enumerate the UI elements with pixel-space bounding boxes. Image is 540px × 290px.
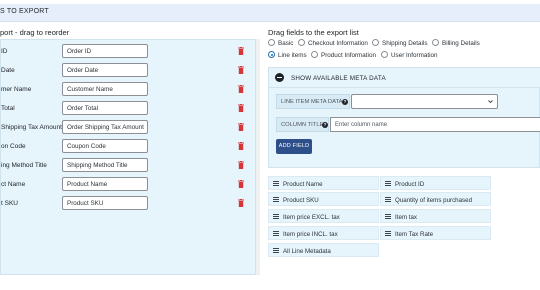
trash-icon[interactable]	[238, 104, 244, 112]
column-name-input[interactable]: Order Date	[62, 63, 148, 77]
column-name-input[interactable]: Order ID	[62, 44, 148, 58]
export-row-label: ct Name	[1, 181, 26, 188]
drag-handle-icon[interactable]	[273, 231, 279, 236]
field-chip[interactable]: Product SKU	[268, 192, 379, 206]
field-chip[interactable]: Item tax	[380, 209, 491, 223]
meta-data-select[interactable]	[351, 94, 498, 109]
column-name-input[interactable]: Customer Name	[62, 82, 148, 96]
drag-handle-icon[interactable]	[385, 214, 391, 219]
export-row-label: Date	[1, 67, 15, 74]
export-row[interactable]: ing Method Title Shipping Method Title	[1, 157, 253, 174]
chevron-down-icon	[488, 100, 493, 104]
radio-icon	[311, 51, 318, 58]
section-header: S TO EXPORT	[0, 4, 540, 22]
field-chip[interactable]: Item price EXCL. tax	[268, 209, 379, 223]
drag-fields-title: Drag fields to the export list	[268, 28, 359, 37]
trash-icon[interactable]	[238, 47, 244, 55]
column-name-input[interactable]: Product Name	[62, 177, 148, 191]
drag-handle-icon[interactable]	[273, 214, 279, 219]
column-name-input[interactable]: Order Total	[62, 101, 148, 115]
trash-icon[interactable]	[238, 161, 244, 169]
trash-icon[interactable]	[238, 123, 244, 131]
drag-handle-icon[interactable]	[273, 197, 279, 202]
trash-icon[interactable]	[238, 142, 244, 150]
field-chip[interactable]: Quantity of items purchased	[380, 192, 491, 206]
scrollbar[interactable]	[256, 39, 260, 275]
column-name-input[interactable]: Product SKU	[62, 196, 148, 210]
export-row-label: Total	[1, 105, 15, 112]
export-row-label: ing Method Title	[1, 162, 47, 169]
export-row-label: Shipping Tax Amount	[1, 124, 62, 131]
radio-shipping-details[interactable]: Shipping Details	[372, 39, 428, 49]
radio-icon	[432, 39, 439, 46]
radio-icon	[298, 39, 305, 46]
drag-handle-icon[interactable]	[385, 181, 391, 186]
export-row[interactable]: on Code Coupon Code	[1, 138, 253, 155]
export-row-label: on Code	[1, 143, 26, 150]
radio-line-items[interactable]: Line items	[268, 51, 307, 61]
trash-icon[interactable]	[238, 180, 244, 188]
trash-icon[interactable]	[238, 85, 244, 93]
column-title-input[interactable]: Enter column name	[330, 117, 540, 132]
column-title-label: COLUMN TITLE ?	[276, 117, 329, 132]
add-field-button[interactable]: ADD FIELD	[276, 139, 312, 154]
radio-user-information[interactable]: User Information	[381, 51, 438, 61]
export-row[interactable]: ct Name Product Name	[1, 176, 253, 193]
export-list-title: port - drag to reorder	[0, 28, 70, 37]
export-row[interactable]: Shipping Tax Amount Order Shipping Tax A…	[1, 119, 253, 136]
export-row[interactable]: ID Order ID	[1, 43, 253, 60]
drag-handle-icon[interactable]	[273, 248, 279, 253]
radio-icon	[268, 39, 275, 46]
trash-icon[interactable]	[238, 199, 244, 207]
meta-data-toggle[interactable]: SHOW AVAILABLE META DATA	[269, 68, 540, 88]
help-icon[interactable]: ?	[322, 122, 328, 128]
column-name-input[interactable]: Order Shipping Tax Amount	[62, 120, 148, 134]
radio-billing-details[interactable]: Billing Details	[432, 39, 480, 49]
field-chip[interactable]: Item price INCL. tax	[268, 226, 379, 240]
export-row-label: t SKU	[1, 200, 18, 207]
line-item-meta-label: LINE ITEM META DATA ?	[276, 94, 350, 109]
drag-handle-icon[interactable]	[385, 231, 391, 236]
export-row[interactable]: mer Name Customer Name	[1, 81, 253, 98]
export-row-label: mer Name	[1, 86, 32, 93]
radio-checked-icon	[268, 51, 275, 58]
export-row[interactable]: Date Order Date	[1, 62, 253, 79]
export-row[interactable]: Total Order Total	[1, 100, 253, 117]
meta-data-toggle-label: SHOW AVAILABLE META DATA	[291, 75, 386, 82]
field-chip[interactable]: Product ID	[380, 176, 491, 190]
trash-icon[interactable]	[238, 66, 244, 74]
field-chip[interactable]: All Line Metadata	[268, 243, 379, 257]
section-header-title: S TO EXPORT	[0, 8, 49, 15]
drag-handle-icon[interactable]	[273, 181, 279, 186]
collapse-minus-icon[interactable]	[275, 73, 284, 82]
help-icon[interactable]: ?	[342, 99, 348, 105]
export-row-label: ID	[1, 48, 8, 55]
export-row[interactable]: t SKU Product SKU	[1, 195, 253, 212]
radio-icon	[372, 39, 379, 46]
meta-data-panel: SHOW AVAILABLE META DATA LINE ITEM META …	[268, 67, 540, 168]
field-chip[interactable]: Product Name	[268, 176, 379, 190]
export-field-list: ID Order ID Date Order Date mer Name Cus…	[0, 39, 256, 275]
radio-product-information[interactable]: Product Information	[311, 51, 376, 61]
column-name-input[interactable]: Shipping Method Title	[62, 158, 148, 172]
drag-handle-icon[interactable]	[385, 197, 391, 202]
radio-basic[interactable]: Basic	[268, 39, 293, 49]
field-chip[interactable]: Item Tax Rate	[380, 226, 491, 240]
column-name-input[interactable]: Coupon Code	[62, 139, 148, 153]
radio-checkout-information[interactable]: Checkout Information	[298, 39, 368, 49]
radio-icon	[381, 51, 388, 58]
